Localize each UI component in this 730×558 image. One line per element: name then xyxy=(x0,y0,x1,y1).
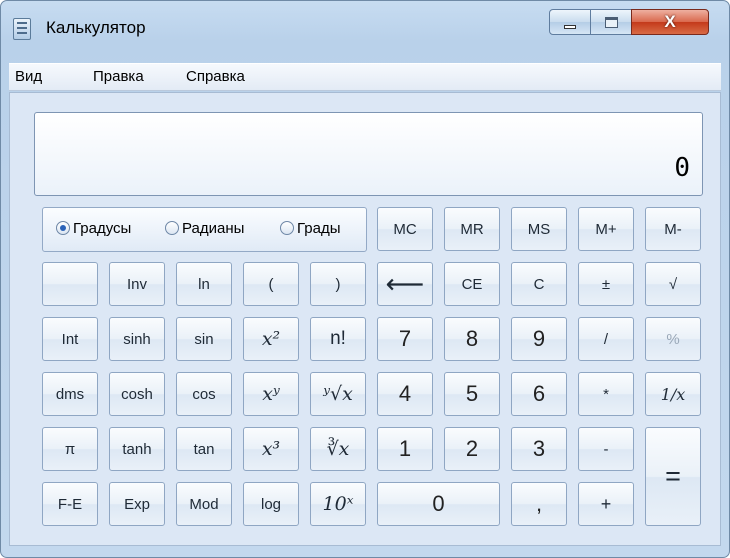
blank-button[interactable] xyxy=(42,262,98,306)
multiply-button[interactable]: * xyxy=(578,372,634,416)
angle-unit-group: Градусы Радианы Грады xyxy=(42,207,367,252)
cosh-button[interactable]: cosh xyxy=(109,372,165,416)
backspace-button[interactable]: ⟵ xyxy=(377,262,433,306)
display-value: 0 xyxy=(674,153,690,183)
m-plus-button[interactable]: M+ xyxy=(578,207,634,251)
fe-button[interactable]: F-E xyxy=(42,482,98,526)
radio-unselected-icon[interactable] xyxy=(280,221,294,235)
sinh-button[interactable]: sinh xyxy=(109,317,165,361)
ce-button[interactable]: CE xyxy=(444,262,500,306)
plus-minus-button[interactable]: ± xyxy=(578,262,634,306)
ms-button[interactable]: MS xyxy=(511,207,567,251)
radio-unselected-icon[interactable] xyxy=(165,221,179,235)
window-title: Калькулятор xyxy=(46,18,146,37)
equals-button[interactable]: = xyxy=(645,427,701,526)
digit-3-button[interactable]: 3 xyxy=(511,427,567,471)
dms-button[interactable]: dms xyxy=(42,372,98,416)
plus-button[interactable]: + xyxy=(578,482,634,526)
menu-help[interactable]: Справка xyxy=(186,68,245,85)
cube-root-button[interactable]: ∛x xyxy=(310,427,366,471)
ln-button[interactable]: ln xyxy=(176,262,232,306)
percent-button[interactable]: % xyxy=(645,317,701,361)
mc-button[interactable]: MC xyxy=(377,207,433,251)
divide-button[interactable]: / xyxy=(578,317,634,361)
cos-button[interactable]: cos xyxy=(176,372,232,416)
tanh-button[interactable]: tanh xyxy=(109,427,165,471)
m-minus-button[interactable]: M- xyxy=(645,207,701,251)
sqrt-button[interactable]: √ xyxy=(645,262,701,306)
factorial-button[interactable]: n! xyxy=(310,317,366,361)
minimize-icon xyxy=(564,25,576,29)
result-display: 0 xyxy=(34,112,703,196)
backspace-arrow-icon: ⟵ xyxy=(385,268,425,299)
calculator-window: Калькулятор X Вид Правка Справка 0 Граду… xyxy=(0,0,730,558)
sin-button[interactable]: sin xyxy=(176,317,232,361)
radio-degrees[interactable]: Градусы xyxy=(56,220,131,237)
menu-edit[interactable]: Правка xyxy=(93,68,144,85)
x-power-y-button[interactable]: xʸ xyxy=(243,372,299,416)
maximize-button[interactable] xyxy=(590,9,632,35)
menu-bar: Вид Правка Справка xyxy=(9,63,721,91)
digit-6-button[interactable]: 6 xyxy=(511,372,567,416)
radio-selected-icon[interactable] xyxy=(56,221,70,235)
digit-7-button[interactable]: 7 xyxy=(377,317,433,361)
digit-2-button[interactable]: 2 xyxy=(444,427,500,471)
radio-radians-label: Радианы xyxy=(182,220,245,237)
left-paren-button[interactable]: ( xyxy=(243,262,299,306)
exp-button[interactable]: Exp xyxy=(109,482,165,526)
minus-button[interactable]: - xyxy=(578,427,634,471)
radio-radians[interactable]: Радианы xyxy=(165,220,244,237)
digit-4-button[interactable]: 4 xyxy=(377,372,433,416)
right-paren-button[interactable]: ) xyxy=(310,262,366,306)
x-squared-button[interactable]: x² xyxy=(243,317,299,361)
radio-grads-label: Грады xyxy=(297,220,341,237)
menu-view[interactable]: Вид xyxy=(15,68,42,85)
calculator-app-icon xyxy=(13,18,31,40)
tan-button[interactable]: tan xyxy=(176,427,232,471)
mod-button[interactable]: Mod xyxy=(176,482,232,526)
digit-1-button[interactable]: 1 xyxy=(377,427,433,471)
ten-power-x-button[interactable]: 10ˣ xyxy=(310,482,366,526)
pi-button[interactable]: π xyxy=(42,427,98,471)
maximize-icon xyxy=(605,17,618,28)
close-icon: X xyxy=(664,12,676,31)
reciprocal-button[interactable]: 1/x xyxy=(645,372,701,416)
digit-0-button[interactable]: 0 xyxy=(377,482,500,526)
clear-button[interactable]: C xyxy=(511,262,567,306)
digit-5-button[interactable]: 5 xyxy=(444,372,500,416)
minimize-button[interactable] xyxy=(549,9,591,35)
log-button[interactable]: log xyxy=(243,482,299,526)
y-root-button[interactable]: ʸ√x xyxy=(310,372,366,416)
mr-button[interactable]: MR xyxy=(444,207,500,251)
inv-button[interactable]: Inv xyxy=(109,262,165,306)
radio-grads[interactable]: Грады xyxy=(280,220,341,237)
title-bar[interactable]: Калькулятор X xyxy=(1,1,729,55)
decimal-button[interactable]: , xyxy=(511,482,567,526)
x-cubed-button[interactable]: x³ xyxy=(243,427,299,471)
int-button[interactable]: Int xyxy=(42,317,98,361)
close-button[interactable]: X xyxy=(631,9,709,35)
digit-8-button[interactable]: 8 xyxy=(444,317,500,361)
digit-9-button[interactable]: 9 xyxy=(511,317,567,361)
radio-degrees-label: Градусы xyxy=(73,220,132,237)
